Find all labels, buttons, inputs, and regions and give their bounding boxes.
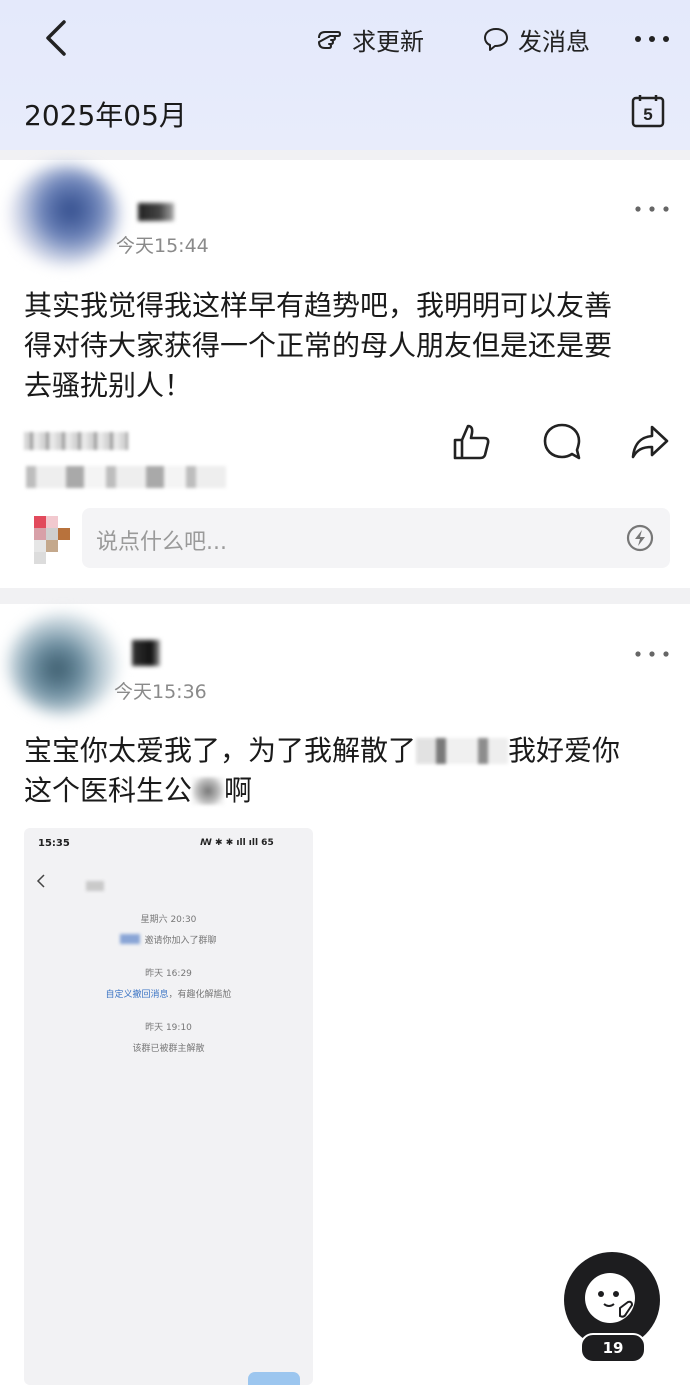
- post-text-line: 去骚扰别人！: [24, 369, 193, 402]
- comment-placeholder: 说点什么吧...: [96, 530, 227, 555]
- view-count-blurred: [24, 432, 128, 450]
- redacted-title: [86, 881, 104, 891]
- status-icons: ꟿ ✱ ✱ ıll ıll 65: [200, 838, 274, 848]
- request-update-button[interactable]: 求更新: [314, 20, 424, 58]
- post-text-line: 得对待大家获得一个正常的母人朋友但是还是要: [24, 329, 613, 362]
- post-text-line: 这个医科生公啊: [24, 771, 674, 811]
- post-time: 今天15:36: [114, 681, 207, 703]
- avatar[interactable]: [10, 165, 120, 265]
- share-icon[interactable]: [628, 420, 672, 464]
- location-blurred: [26, 466, 226, 488]
- calendar-icon[interactable]: 5: [630, 93, 666, 129]
- recall-link: 自定义撤回消息: [105, 990, 169, 1000]
- send-message-label: 发消息: [518, 27, 590, 56]
- post-more-icon[interactable]: [632, 647, 672, 661]
- post-text-part: 我好爱你: [508, 734, 621, 767]
- screenshot-system-message: 该群已被群主解散: [132, 1044, 205, 1054]
- back-arrow-icon: [36, 874, 45, 888]
- post-text-part: 这个医科生公: [24, 774, 193, 807]
- avatar[interactable]: [8, 614, 118, 714]
- screenshot-timestamp: 昨天 16:29: [145, 969, 192, 979]
- separator: [0, 150, 690, 160]
- post-text-line: 其实我觉得我这样早有趋势吧，我明明可以友善: [24, 289, 613, 322]
- screenshot-timestamp: 昨天 19:10: [145, 1023, 192, 1033]
- screenshot-system-message: 自定义撤回消息，有趣化解尴尬: [24, 987, 313, 1000]
- request-update-label: 求更新: [352, 27, 424, 56]
- chat-bubble-icon: [484, 28, 508, 51]
- comment-bar: 说点什么吧...: [24, 506, 670, 570]
- screenshot-timestamp: 星期六 20:30: [140, 915, 197, 925]
- top-bar: 求更新 发消息 2025年05月 5: [0, 0, 690, 150]
- redacted-word: [192, 777, 225, 805]
- pointing-hand-icon: [318, 31, 341, 49]
- post-text: 其实我觉得我这样早有趋势吧，我明明可以友善 得对待大家获得一个正常的母人朋友但是…: [24, 286, 674, 406]
- comment-input[interactable]: 说点什么吧...: [82, 508, 670, 568]
- like-icon[interactable]: [450, 420, 494, 464]
- post-text-part: 宝宝你太爱我了，为了我解散了: [24, 734, 417, 767]
- calendar-day: 5: [643, 105, 652, 124]
- send-message-button[interactable]: 发消息: [482, 20, 590, 58]
- recall-rest: ，有趣化解尴尬: [168, 990, 232, 1000]
- my-avatar[interactable]: [34, 516, 70, 566]
- notification-count-badge: 19: [580, 1333, 646, 1363]
- redacted-group-name: [416, 738, 509, 764]
- comment-icon[interactable]: [540, 420, 584, 464]
- quick-reply-icon[interactable]: [624, 522, 656, 554]
- post-text-part: 啊: [224, 774, 253, 807]
- screenshot-system-message: 邀请你加入了群聊: [144, 936, 217, 946]
- post-more-icon[interactable]: [632, 202, 672, 216]
- attached-screenshot[interactable]: 15:35 ꟿ ✱ ✱ ıll ıll 65 星期六 20:30 邀请你加入了群…: [24, 828, 313, 1385]
- username-blurred[interactable]: [132, 640, 160, 666]
- send-button-partial: [248, 1372, 300, 1385]
- back-arrow-icon[interactable]: [38, 16, 78, 60]
- status-time: 15:35: [38, 838, 70, 849]
- post-text: 宝宝你太爱我了，为了我解散了 我好爱你 这个医科生公啊: [24, 731, 674, 811]
- separator: [0, 588, 690, 604]
- post-text-line: 宝宝你太爱我了，为了我解散了 我好爱你: [24, 731, 674, 771]
- post-time: 今天15:44: [116, 235, 209, 257]
- more-options-icon[interactable]: [632, 24, 672, 54]
- month-label: 2025年05月: [24, 99, 187, 132]
- username-blurred[interactable]: [138, 203, 174, 221]
